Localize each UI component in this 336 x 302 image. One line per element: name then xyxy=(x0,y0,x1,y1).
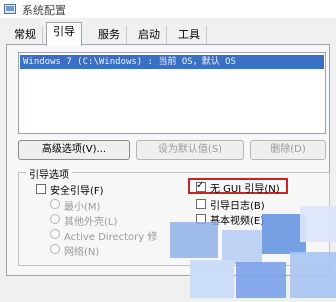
system-config-icon xyxy=(4,4,16,14)
tab-services[interactable]: 服务 xyxy=(92,26,127,44)
watermark-tile xyxy=(290,252,336,298)
window-title: 系统配置 xyxy=(22,4,66,17)
alternate-shell-radio[interactable] xyxy=(50,214,60,224)
tab-boot[interactable]: 引导 xyxy=(46,22,82,46)
watermark-tile xyxy=(222,230,262,264)
base-video-label: 基本视频(E) xyxy=(210,216,265,227)
active-directory-radio[interactable] xyxy=(50,229,60,239)
watermark-tile xyxy=(236,262,286,298)
alternate-shell-label: 其他外壳(L) xyxy=(64,217,118,228)
boot-options-label: 引导选项 xyxy=(26,166,72,181)
watermark-tile xyxy=(170,222,218,258)
no-gui-boot-label: 无 GUI 引导(N) xyxy=(210,184,280,195)
watermark-tile xyxy=(300,206,336,242)
network-label: 网络(N) xyxy=(64,247,100,258)
minimal-label: 最小(M) xyxy=(64,202,101,213)
minimal-radio[interactable] xyxy=(50,199,60,209)
network-radio[interactable] xyxy=(50,244,60,254)
boot-log-checkbox[interactable] xyxy=(196,199,206,209)
boot-log-label: 引导日志(B) xyxy=(210,201,265,212)
tab-tools[interactable]: 工具 xyxy=(172,26,207,44)
os-list[interactable]: Windows 7 (C:\Windows) : 当前 OS，默认 OS xyxy=(18,52,326,134)
no-gui-boot-checkbox[interactable] xyxy=(196,180,206,192)
safe-boot-label: 安全引导(F) xyxy=(50,186,104,197)
tab-startup[interactable]: 启动 xyxy=(132,26,167,44)
tab-strip: 常规 引导 服务 启动 工具 xyxy=(0,22,336,46)
advanced-options-button[interactable]: 高级选项(V)... xyxy=(18,140,130,160)
tab-general[interactable]: 常规 xyxy=(8,26,43,44)
delete-button[interactable]: 删除(D) xyxy=(250,140,326,160)
os-list-item[interactable]: Windows 7 (C:\Windows) : 当前 OS，默认 OS xyxy=(20,55,324,69)
watermark-tile xyxy=(190,260,234,298)
safe-boot-checkbox[interactable] xyxy=(36,184,46,194)
title-bar: 系统配置 xyxy=(0,0,336,18)
active-directory-label: Active Directory 修 xyxy=(64,232,158,243)
set-default-button[interactable]: 设为默认值(S) xyxy=(136,140,244,160)
